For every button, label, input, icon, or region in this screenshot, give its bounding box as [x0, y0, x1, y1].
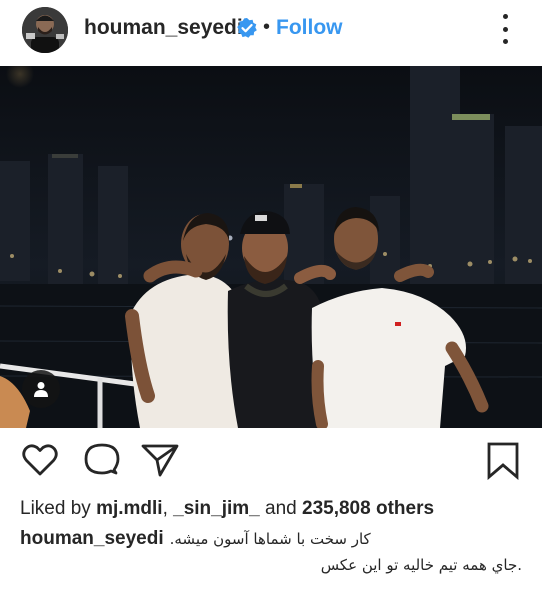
- action-bar: [0, 440, 542, 486]
- liked-by-user-2[interactable]: _sin_jim_: [173, 498, 260, 519]
- likes-and: and: [265, 498, 297, 519]
- likes-count-link[interactable]: 235,808 others: [302, 498, 434, 519]
- bookmark-icon[interactable]: [485, 440, 521, 485]
- follow-button[interactable]: Follow: [276, 16, 343, 40]
- user-tag-icon[interactable]: [22, 370, 60, 408]
- caption-text-line-1: .کار سخت با شماها آسون میشه: [169, 530, 371, 548]
- post-photo[interactable]: [0, 66, 542, 428]
- caption-text-line-2: جاي همه تیم خالیه تو این عکس.: [320, 556, 522, 574]
- liked-by-user-1[interactable]: mj.mdli: [96, 498, 163, 519]
- comment-icon[interactable]: [82, 440, 122, 485]
- paper-plane-icon[interactable]: [140, 440, 180, 485]
- post-header: houman_seyedi • Follow: [0, 0, 542, 64]
- post-username[interactable]: houman_seyedi: [84, 16, 243, 40]
- likes-prefix: Liked by: [20, 498, 91, 519]
- caption-username[interactable]: houman_seyedi: [20, 528, 164, 549]
- likes-summary: Liked by mj.mdli, _sin_jim_ and 235,808 …: [20, 498, 434, 520]
- more-options-icon[interactable]: [497, 14, 513, 44]
- verified-badge-icon: [236, 17, 258, 39]
- profile-avatar[interactable]: [22, 7, 68, 53]
- likes-comma: ,: [162, 498, 168, 519]
- heart-icon[interactable]: [20, 440, 60, 485]
- header-separator: •: [263, 16, 271, 38]
- caption: houman_seyedi .کار سخت با شماها آسون میشه: [20, 528, 371, 550]
